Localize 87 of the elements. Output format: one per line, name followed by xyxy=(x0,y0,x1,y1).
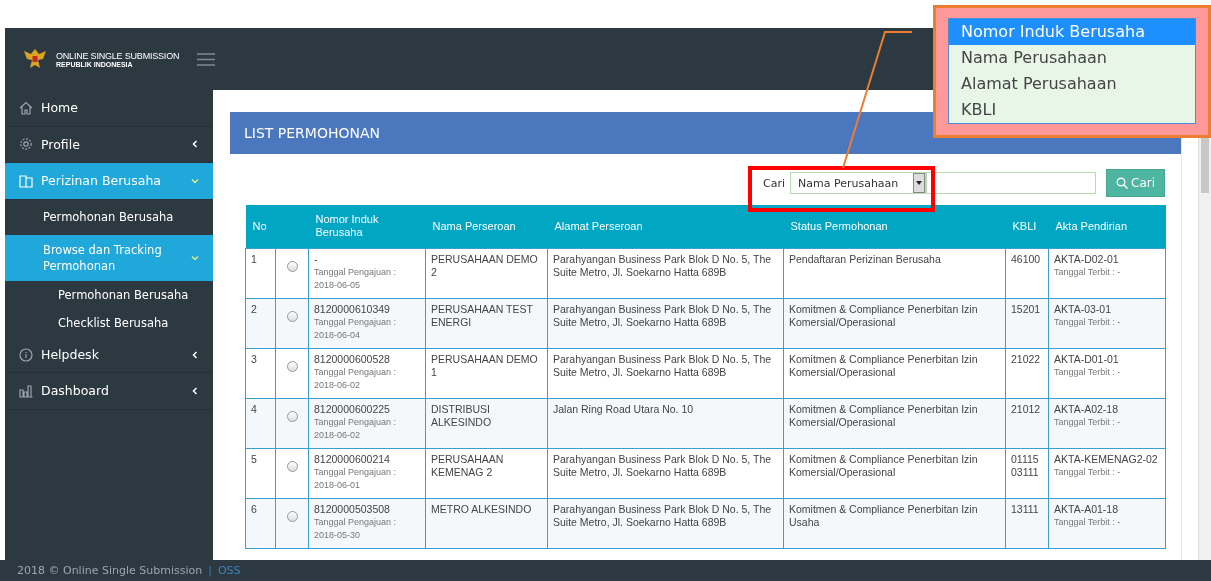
table-cell: 46100 xyxy=(1005,248,1049,298)
table-cell: DISTRIBUSI ALKESINDO xyxy=(425,398,548,448)
column-header: Nomor Induk Berusaha xyxy=(308,205,426,248)
akta-text: AKTA-D01-01 xyxy=(1054,352,1120,366)
table-cell: 1 xyxy=(245,248,276,298)
nib-text: 8120000503508 xyxy=(314,502,391,516)
caret-icon xyxy=(916,181,922,185)
search-select[interactable]: Nama Perusahaan xyxy=(790,172,926,194)
table-cell: PERUSAHAAN KEMENAG 2 xyxy=(425,448,548,498)
search-icon xyxy=(1116,177,1128,189)
table-cell: 21012 xyxy=(1005,398,1049,448)
table-cell: Parahyangan Business Park Blok D No. 5, The Suite Metro, Jl. Soekarno Hatta 689B xyxy=(547,248,784,298)
bar-chart-icon xyxy=(19,384,33,399)
row-radio[interactable] xyxy=(286,310,298,322)
column-header: Akta Pendirian xyxy=(1048,205,1166,248)
akta-text: AKTA-03-01 xyxy=(1054,302,1112,316)
submission-date: Tanggal Pengajuan : 2018-06-05 xyxy=(314,265,398,292)
menu-icon[interactable] xyxy=(197,52,216,66)
table-cell: METRO ALKESINDO xyxy=(425,498,548,548)
submission-date: Tanggal Pengajuan : 2018-06-01 xyxy=(314,465,398,492)
table-cell: 6 xyxy=(245,498,276,548)
akta-text: AKTA-A02-18 xyxy=(1054,402,1119,416)
table-cell: PERUSAHAAN DEMO 1 xyxy=(425,348,548,398)
row-radio[interactable] xyxy=(286,260,298,272)
issue-date: Tanggal Terbit : - xyxy=(1054,265,1122,279)
table-cell: Komitmen & Compliance Penerbitan Izin Komersial/Operasional xyxy=(783,398,1006,448)
brand-title: ONLINE SINGLE SUBMISSION xyxy=(56,50,180,61)
row-radio[interactable] xyxy=(286,410,298,422)
table-cell: Komitmen & Compliance Penerbitan Izin Usaha xyxy=(783,498,1006,548)
table-cell: 2 xyxy=(245,298,276,348)
nib-text: 8120000600225 xyxy=(314,402,391,416)
sidebar-item[interactable]: Permohonan Berusaha xyxy=(5,199,213,235)
akta-text: AKTA-D02-01 xyxy=(1054,252,1120,266)
table-cell: 3 xyxy=(245,348,276,398)
issue-date: Tanggal Terbit : - xyxy=(1054,315,1122,329)
table-cell: 01115 03111 xyxy=(1005,448,1049,498)
table-cell: Jalan Ring Road Utara No. 10 xyxy=(547,398,784,448)
home-icon xyxy=(19,100,33,115)
column-header: KBLI xyxy=(1005,205,1049,248)
submission-date: Tanggal Pengajuan : 2018-06-02 xyxy=(314,365,398,392)
row-radio[interactable] xyxy=(286,360,298,372)
akta-text: AKTA-KEMENAG2-02 xyxy=(1054,452,1159,466)
submission-date: Tanggal Pengajuan : 2018-05-30 xyxy=(314,515,398,542)
documents-icon xyxy=(19,173,33,188)
nib-text: - xyxy=(314,252,319,266)
table-cell: Komitmen & Compliance Penerbitan Izin Komersial/Operasional xyxy=(783,348,1006,398)
gear-icon xyxy=(19,137,33,152)
column-header: Status Permohonan xyxy=(783,205,1006,248)
sidebar-item[interactable]: Checklist Berusaha xyxy=(5,308,213,337)
table-cell: Parahyangan Business Park Blok D No. 5, The Suite Metro, Jl. Soekarno Hatta 689B xyxy=(547,348,784,398)
issue-date: Tanggal Terbit : - xyxy=(1054,515,1122,529)
nib-text: 8120000610349 xyxy=(314,302,391,316)
table-cell: 4 xyxy=(245,398,276,448)
footer-text: 2018 © Online Single Submission xyxy=(17,564,203,577)
dropdown-option[interactable]: Alamat Perusahaan xyxy=(949,71,1195,97)
issue-date: Tanggal Terbit : - xyxy=(1054,415,1122,429)
dropdown-option[interactable]: Nama Perusahaan xyxy=(949,45,1195,71)
table-cell: 5 xyxy=(245,448,276,498)
footer-separator: | xyxy=(208,564,212,577)
table-cell: PERUSAHAAN DEMO 2 xyxy=(425,248,548,298)
table-cell: Komitmen & Compliance Penerbitan Izin Komersial/Operasional xyxy=(783,448,1006,498)
issue-date: Tanggal Terbit : - xyxy=(1054,365,1122,379)
table-cell: Pendaftaran Perizinan Berusaha xyxy=(783,248,1006,298)
column-header: Nama Perseroan xyxy=(425,205,548,248)
table-cell: 15201 xyxy=(1005,298,1049,348)
search-label: Cari xyxy=(763,176,785,190)
table-cell: Komitmen & Compliance Penerbitan Izin Komersial/Operasional xyxy=(783,298,1006,348)
nib-text: 8120000600528 xyxy=(314,352,391,366)
issue-date: Tanggal Terbit : - xyxy=(1054,465,1122,479)
info-icon xyxy=(19,347,33,362)
table-cell: Parahyangan Business Park Blok D No. 5, The Suite Metro, Jl. Soekarno Hatta 689B xyxy=(547,498,784,548)
table-cell: 21022 xyxy=(1005,348,1049,398)
row-radio[interactable] xyxy=(286,510,298,522)
nib-text: 8120000600214 xyxy=(314,452,391,466)
sidebar-item[interactable]: Permohonan Berusaha xyxy=(5,280,213,309)
akta-text: AKTA-A01-18 xyxy=(1054,502,1119,516)
submission-date: Tanggal Pengajuan : 2018-06-02 xyxy=(314,415,398,442)
table-cell: Parahyangan Business Park Blok D No. 5, The Suite Metro, Jl. Soekarno Hatta 689B xyxy=(547,298,784,348)
column-header: No xyxy=(245,205,276,248)
column-header: Alamat Perseroan xyxy=(547,205,784,248)
table-cell: 13111 xyxy=(1005,498,1049,548)
search-field[interactable] xyxy=(926,172,1096,194)
row-radio[interactable] xyxy=(286,460,298,472)
submission-date: Tanggal Pengajuan : 2018-06-04 xyxy=(314,315,398,342)
table-cell: Parahyangan Business Park Blok D No. 5, The Suite Metro, Jl. Soekarno Hatta 689B xyxy=(547,448,784,498)
table-cell: PERUSAHAAN TEST ENERGI xyxy=(425,298,548,348)
sidebar-item[interactable]: Dashboard xyxy=(5,373,213,410)
